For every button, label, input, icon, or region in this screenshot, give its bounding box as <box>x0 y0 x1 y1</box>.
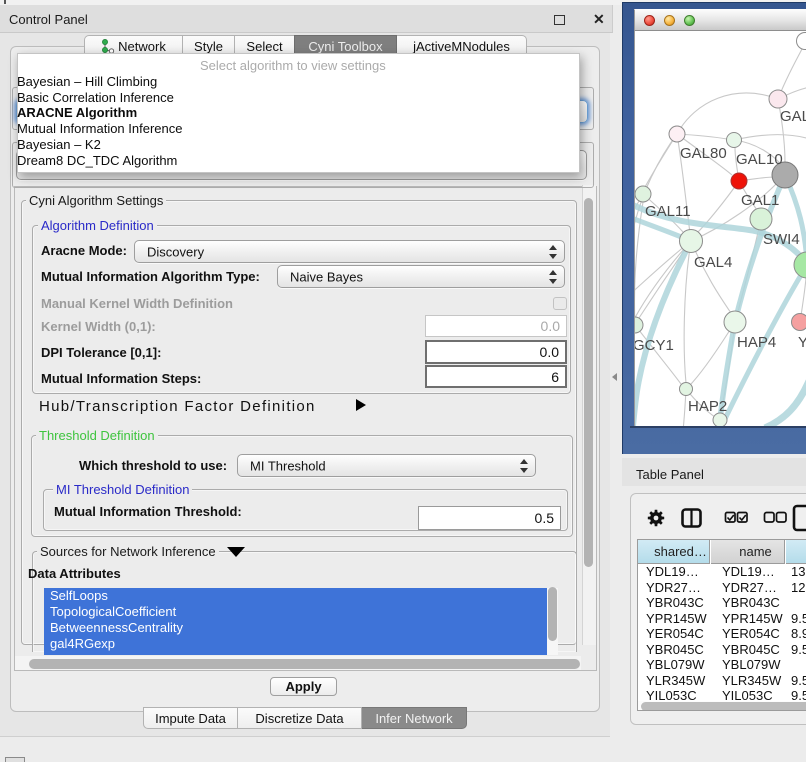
svg-text:HAP2: HAP2 <box>688 398 727 415</box>
svg-text:GAL10: GAL10 <box>736 151 783 168</box>
svg-text:GAL7: GAL7 <box>780 108 806 125</box>
svg-text:GAL11: GAL11 <box>645 203 691 220</box>
svg-text:GAL1: GAL1 <box>741 192 779 209</box>
svg-text:GCY1: GCY1 <box>635 337 674 354</box>
svg-text:GAL80: GAL80 <box>680 145 727 162</box>
svg-text:GAL4: GAL4 <box>694 254 732 271</box>
svg-text:HAP4: HAP4 <box>737 334 776 351</box>
svg-text:SWI4: SWI4 <box>763 231 800 248</box>
svg-text:Y: Y <box>798 334 806 351</box>
